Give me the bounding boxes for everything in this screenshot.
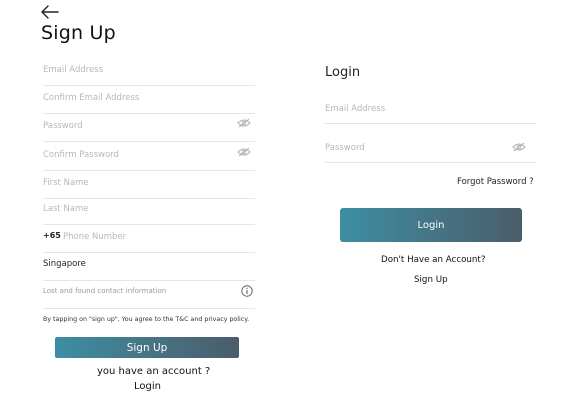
signup-email-input[interactable] bbox=[43, 63, 223, 77]
login-email-field bbox=[325, 99, 536, 124]
first-name-field bbox=[43, 172, 255, 199]
signup-link[interactable]: Sign Up bbox=[414, 275, 448, 285]
confirm-password-field bbox=[43, 144, 255, 171]
terms-text: By tapping on "sign up", You agree to th… bbox=[43, 316, 250, 323]
lost-found-contact-input[interactable]: Lost and found contact information bbox=[43, 287, 166, 295]
confirm-email-field bbox=[43, 87, 255, 114]
country-field[interactable]: Singapore bbox=[43, 254, 255, 281]
forgot-password-link[interactable]: Forgot Password ? bbox=[457, 177, 534, 187]
login-link[interactable]: Login bbox=[134, 381, 161, 392]
last-name-field bbox=[43, 198, 255, 225]
signup-email-field bbox=[43, 59, 255, 86]
lost-found-contact-field: Lost and found contact information bbox=[43, 282, 255, 309]
info-icon[interactable] bbox=[241, 285, 253, 297]
first-name-input[interactable] bbox=[43, 176, 223, 190]
login-password-field bbox=[325, 138, 536, 163]
login-button[interactable]: Login bbox=[340, 208, 522, 242]
signup-password-input[interactable] bbox=[43, 119, 223, 133]
confirm-password-input[interactable] bbox=[43, 148, 223, 162]
login-title: Login bbox=[325, 65, 361, 80]
login-email-input[interactable] bbox=[325, 102, 505, 116]
have-account-text: you have an account ? bbox=[97, 366, 211, 377]
phone-field: +65 bbox=[43, 226, 255, 253]
eye-slash-icon[interactable] bbox=[512, 142, 526, 152]
last-name-input[interactable] bbox=[43, 202, 223, 216]
no-account-text: Don't Have an Account? bbox=[381, 255, 486, 265]
country-code-prefix[interactable]: +65 bbox=[43, 231, 61, 240]
phone-number-input[interactable] bbox=[63, 230, 243, 244]
eye-slash-icon[interactable] bbox=[237, 118, 251, 128]
confirm-email-input[interactable] bbox=[43, 91, 223, 105]
country-select-value[interactable]: Singapore bbox=[43, 259, 86, 269]
login-password-input[interactable] bbox=[325, 141, 505, 155]
signup-button[interactable]: Sign Up bbox=[55, 337, 239, 358]
signup-password-field bbox=[43, 115, 255, 142]
eye-slash-icon[interactable] bbox=[237, 147, 251, 157]
signup-title: Sign Up bbox=[41, 22, 116, 44]
back-arrow-icon[interactable] bbox=[40, 4, 60, 20]
